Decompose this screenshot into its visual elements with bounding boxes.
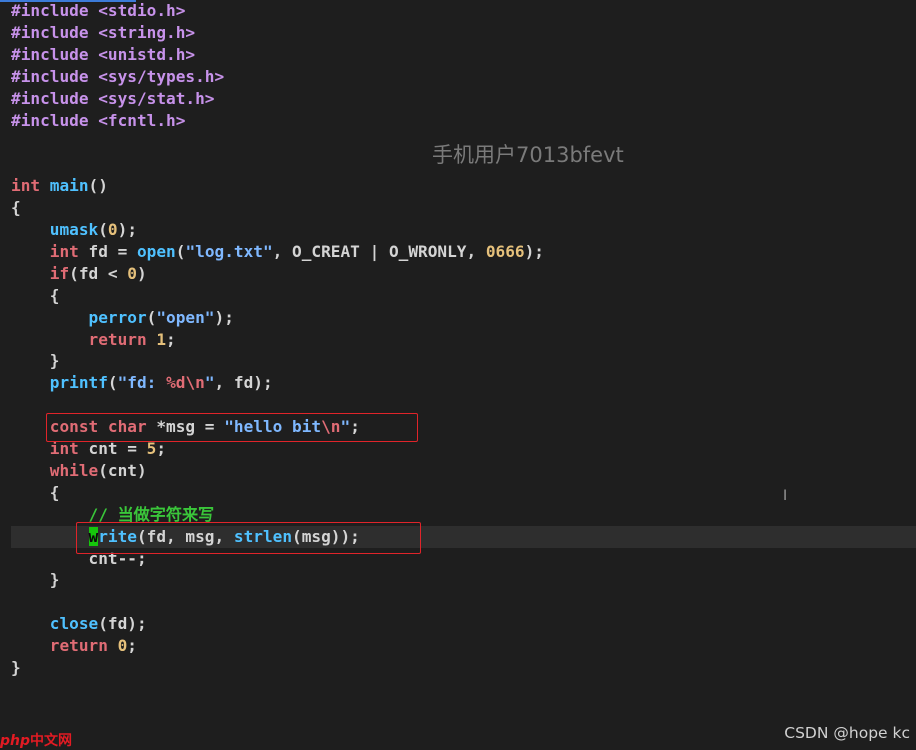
code-line[interactable]: } bbox=[11, 350, 60, 372]
code-line[interactable]: #include <sys/stat.h> bbox=[11, 88, 214, 110]
code-line[interactable]: } bbox=[11, 657, 21, 679]
code-token: 0 bbox=[127, 263, 137, 283]
code-token: #include <unistd.h> bbox=[11, 44, 196, 64]
code-line[interactable]: return 1; bbox=[11, 329, 176, 351]
code-token: // 当做字符来写 bbox=[88, 504, 215, 524]
code-line[interactable]: close(fd); bbox=[11, 613, 147, 635]
code-token: ); bbox=[214, 307, 234, 327]
code-token: perror bbox=[88, 307, 147, 327]
code-token: #include <stdio.h> bbox=[11, 1, 186, 20]
code-token: } bbox=[11, 658, 21, 677]
code-token: #include <string.h> bbox=[11, 22, 196, 42]
code-token: close bbox=[49, 614, 99, 634]
code-token: return bbox=[88, 329, 157, 349]
code-token: 0 bbox=[117, 636, 128, 656]
code-token: 0 bbox=[107, 220, 118, 239]
code-token: int bbox=[11, 176, 50, 196]
highlight-box-msg-declaration bbox=[46, 413, 418, 442]
code-token: { bbox=[11, 482, 60, 502]
code-line[interactable]: int main() bbox=[11, 175, 108, 197]
csdn-credit: CSDN @hope kc bbox=[784, 724, 910, 742]
code-token: fd = bbox=[88, 241, 137, 261]
code-line[interactable]: while(cnt) bbox=[11, 460, 147, 482]
code-token: ( bbox=[146, 307, 157, 327]
code-token: 0666 bbox=[485, 241, 525, 261]
code-token: if bbox=[49, 263, 70, 283]
code-token: %d\n bbox=[166, 373, 205, 393]
code-token: "log.txt" bbox=[185, 241, 273, 261]
code-token: ); bbox=[117, 220, 138, 239]
code-token: " bbox=[204, 373, 215, 393]
code-token: "open" bbox=[156, 307, 215, 327]
code-line[interactable]: { bbox=[11, 482, 60, 504]
highlight-box-write-call bbox=[76, 522, 421, 554]
code-token: return bbox=[49, 636, 118, 656]
code-line[interactable]: return 0; bbox=[11, 635, 137, 657]
code-token: int bbox=[49, 241, 89, 261]
code-token: ( bbox=[98, 220, 108, 239]
code-token: } bbox=[11, 570, 60, 590]
code-token: #include <fcntl.h> bbox=[11, 110, 186, 130]
code-token: (fd < bbox=[69, 263, 128, 283]
code-line[interactable]: #include <unistd.h> bbox=[11, 44, 195, 66]
code-token: umask bbox=[49, 220, 99, 239]
code-line[interactable]: int fd = open("log.txt", O_CREAT | O_WRO… bbox=[11, 241, 544, 263]
code-token: ; bbox=[166, 329, 176, 349]
code-line[interactable]: umask(0); bbox=[11, 219, 137, 241]
text-cursor-icon: I bbox=[783, 488, 788, 504]
code-token: (fd); bbox=[98, 614, 147, 634]
code-token: ( bbox=[175, 241, 186, 261]
code-line[interactable]: #include <string.h> bbox=[11, 22, 195, 44]
code-token: , fd); bbox=[214, 373, 273, 393]
code-token: #include <sys/types.h> bbox=[11, 66, 225, 86]
code-token: main bbox=[49, 176, 89, 196]
code-token: { bbox=[11, 285, 60, 305]
code-token: , O_CREAT | O_WRONLY, bbox=[272, 241, 486, 261]
code-token: ; bbox=[127, 636, 137, 656]
code-line[interactable]: { bbox=[11, 197, 21, 219]
code-token: while bbox=[49, 460, 99, 480]
code-token: () bbox=[88, 176, 108, 196]
code-token: (cnt) bbox=[98, 460, 147, 480]
watermark-text: 手机用户7013bfevt bbox=[432, 143, 624, 167]
code-line[interactable]: #include <sys/types.h> bbox=[11, 66, 224, 88]
php-site-logo: php中文网 bbox=[0, 733, 73, 749]
code-token: } bbox=[11, 351, 60, 371]
code-token: 1 bbox=[156, 329, 167, 349]
code-line[interactable]: #include <fcntl.h> bbox=[11, 110, 185, 132]
code-line[interactable]: #include <stdio.h> bbox=[11, 0, 185, 22]
code-token: printf bbox=[49, 373, 108, 393]
code-token: { bbox=[11, 198, 21, 218]
code-line[interactable]: perror("open"); bbox=[11, 307, 234, 329]
code-line[interactable]: } bbox=[11, 569, 60, 591]
code-token: ); bbox=[524, 241, 544, 261]
code-line[interactable]: { bbox=[11, 285, 60, 307]
code-line[interactable]: if(fd < 0) bbox=[11, 263, 147, 285]
code-token: #include <sys/stat.h> bbox=[11, 88, 215, 108]
code-editor[interactable]: #include <stdio.h> #include <string.h> #in… bbox=[0, 0, 916, 750]
code-token: "fd: bbox=[117, 373, 167, 393]
code-token: ) bbox=[137, 263, 147, 283]
code-token: ( bbox=[107, 373, 118, 393]
code-line[interactable]: printf("fd: %d\n", fd); bbox=[11, 372, 273, 394]
code-token: open bbox=[136, 241, 176, 261]
